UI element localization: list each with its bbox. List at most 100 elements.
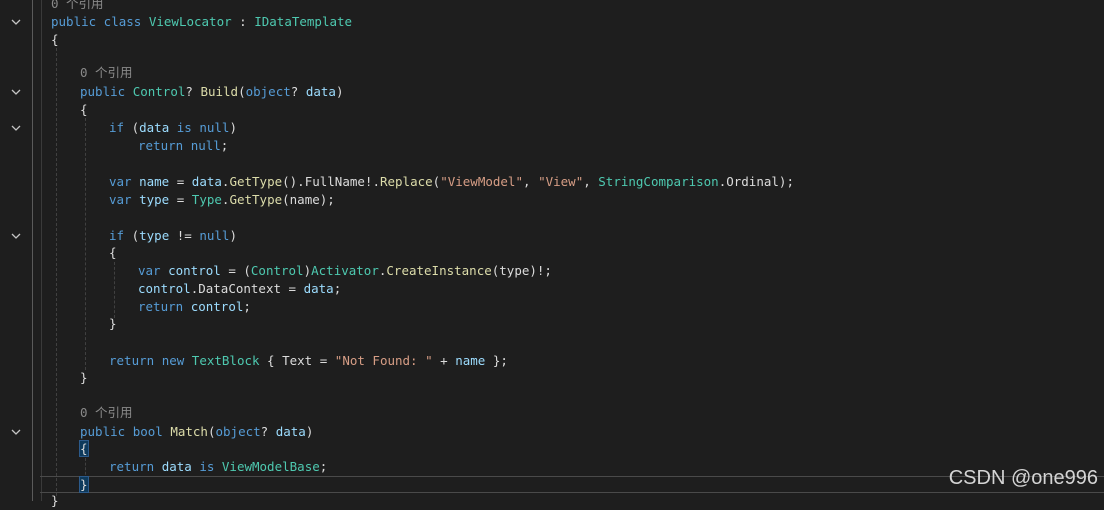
code-editor[interactable]: 0 个引用 public class ViewLocator : IDataTe… [0,0,1104,508]
fold-chevron-icon[interactable] [9,85,23,99]
interface-name: IDataTemplate [254,14,353,29]
code-line: if (type != null) [109,227,237,245]
punctuation: : [231,14,255,29]
keyword: public class [51,14,142,29]
local-variable: control [138,281,191,296]
selection-margin-line [41,0,42,501]
punctuation: !. [364,174,380,189]
code-line: if (data is null) [109,119,237,137]
type-name: Control [250,263,304,278]
keyword: return [109,459,155,474]
code-line: var name = data.GetType().FullName!.Repl… [109,173,794,191]
local-variable: control [168,263,221,278]
keyword: if [109,120,125,135]
indent-guide [114,262,115,318]
punctuation: ) [229,120,237,135]
code-line: public class ViewLocator : IDataTemplate [51,13,352,31]
code-line: var control = (Control)Activator.CreateI… [138,262,552,280]
method-name: Match [170,424,208,439]
class-name: ViewLocator [148,14,232,29]
method-name: CreateInstance [386,263,492,278]
punctuation: , [523,174,539,189]
property-name: DataContext [198,281,282,296]
codelens-references[interactable]: 0 个引用 [80,64,133,82]
parameter: data [275,424,306,439]
keyword: new [161,353,185,368]
punctuation: ; [319,459,328,474]
code-line: } [109,315,117,333]
references-label[interactable]: 0 个引用 [80,405,133,420]
parameter: data [161,459,192,474]
method-name: Build [200,84,239,99]
local-variable: name [455,353,486,368]
current-line-highlight [40,476,1104,493]
type-name: ViewModelBase [221,459,320,474]
keyword: return [138,138,184,153]
codelens-references[interactable]: 0 个引用 [80,404,133,422]
code-line: } [51,492,59,510]
keyword: public [80,424,126,439]
operator: != [169,228,200,243]
string-literal: "Not Found: " [334,353,433,368]
keyword: var [109,192,132,207]
punctuation: { [259,353,283,368]
operator: = [312,353,335,368]
local-variable: control [190,299,244,314]
punctuation: ( [124,228,140,243]
punctuation: ) [229,228,237,243]
references-label[interactable]: 0 个引用 [51,0,104,11]
brace: { [80,102,88,117]
enum-member: Ordinal [726,174,779,189]
keyword: object [215,424,261,439]
method-name: Replace [379,174,433,189]
punctuation: (). [282,174,305,189]
brace: { [109,245,117,260]
type-name: Control [132,84,186,99]
keyword: object [245,84,291,99]
local-variable: type [139,192,170,207]
indent-guide [56,48,57,496]
watermark: CSDN @one996 [948,467,1098,489]
type-name: TextBlock [191,353,260,368]
fold-chevron-icon[interactable] [9,425,23,439]
punctuation: ? [185,84,193,99]
keyword: null [199,120,230,135]
method-name: GetType [229,174,283,189]
local-variable: name [139,174,170,189]
type-name: Type [191,192,222,207]
punctuation: ( [124,120,140,135]
punctuation: ? [290,84,306,99]
punctuation: }; [485,353,508,368]
punctuation: ; [243,299,251,314]
punctuation: ; [333,281,342,296]
punctuation: ; [220,138,229,153]
punctuation: ) [305,424,314,439]
code-line: var type = Type.GetType(name); [109,191,335,209]
local-variable: type [139,228,170,243]
operator: = [169,192,192,207]
operator: + [432,353,456,368]
string-literal: "View" [538,174,584,189]
indent-guide [85,118,86,370]
punctuation: ( [243,263,251,278]
code-line: return control; [138,298,251,316]
keyword: null [199,228,230,243]
operator: = [169,174,192,189]
string-literal: "ViewModel" [440,174,523,189]
keyword: null [190,138,221,153]
fold-chevron-icon[interactable] [9,229,23,243]
type-name: StringComparison [598,174,719,189]
references-label[interactable]: 0 个引用 [80,65,133,80]
type-name: Activator [311,263,379,278]
keyword: public [80,84,126,99]
parameter: data [303,281,334,296]
brace: } [109,316,117,331]
fold-chevron-icon[interactable] [9,15,23,29]
code-line: { [51,31,59,49]
keyword: if [109,228,125,243]
fold-chevron-icon[interactable] [9,121,23,135]
codelens-references[interactable]: 0 个引用 [51,0,104,13]
change-margin-line [32,0,33,501]
code-line: } [79,476,89,494]
code-line: control.DataContext = data; [138,280,341,298]
